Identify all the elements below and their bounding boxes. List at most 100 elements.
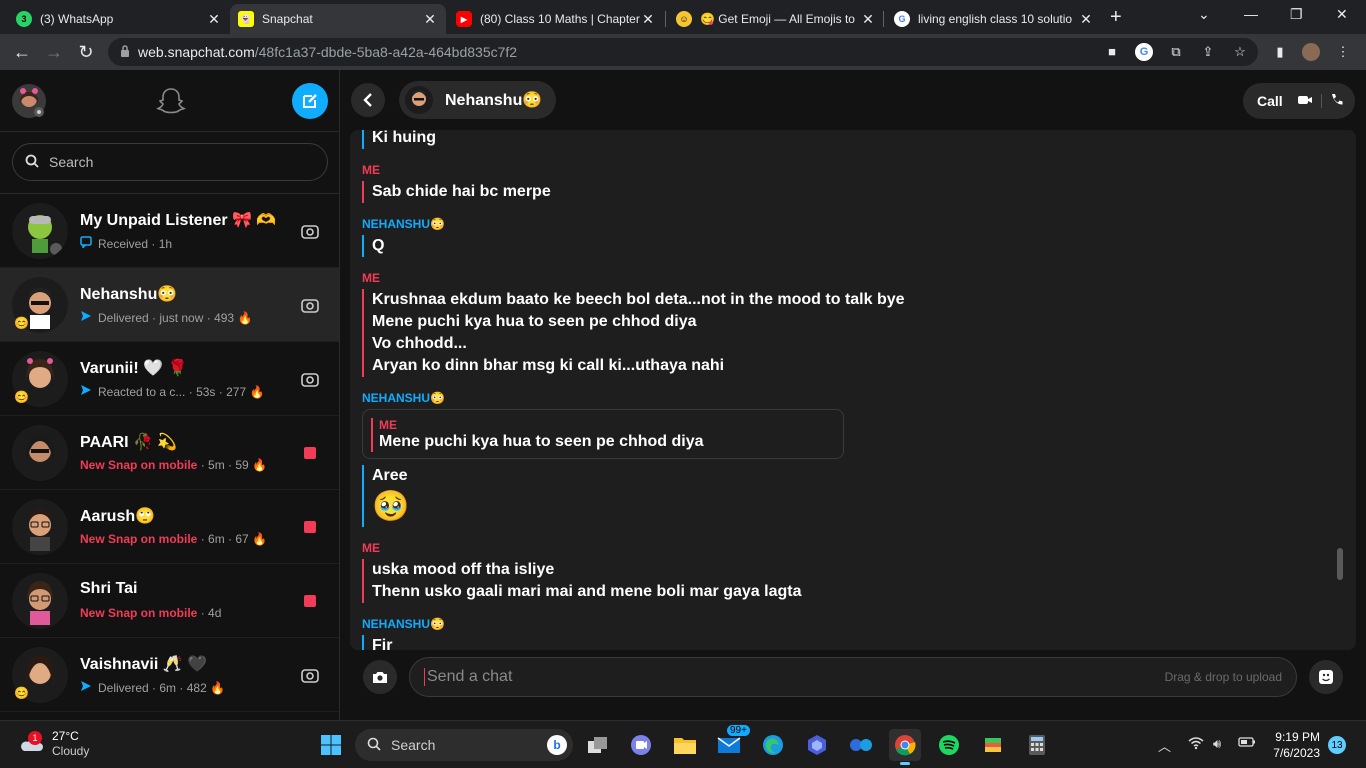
back-arrow-icon[interactable]: ← [10, 40, 34, 64]
edge-icon[interactable] [757, 729, 789, 761]
bookmark-star-icon[interactable]: ☆ [1231, 43, 1249, 61]
camera-in-use-icon[interactable]: ■ [1103, 43, 1121, 61]
new-snap-indicator[interactable] [300, 517, 320, 537]
chat-list-item[interactable]: 😊 Nehanshu😳 Delivered · just now · 493 🔥 [0, 268, 339, 342]
file-explorer-icon[interactable] [669, 729, 701, 761]
message-text[interactable]: uska mood off tha isliye [372, 559, 1332, 581]
chrome-icon[interactable] [889, 729, 921, 765]
mail-icon[interactable]: 99+ [713, 725, 750, 761]
taskbar-search[interactable]: Search b [355, 729, 573, 761]
message-text[interactable]: Vo chhodd... [372, 333, 1332, 355]
profile-avatar[interactable] [1302, 43, 1320, 61]
volume-icon[interactable]: 🔊︎ [1213, 736, 1221, 752]
bing-icon[interactable]: b [547, 735, 567, 755]
close-icon[interactable]: ✕ [206, 11, 222, 28]
battery-icon[interactable] [1238, 736, 1256, 751]
message-text[interactable]: Thenn usko gaali mari mai and mene boli … [372, 581, 1332, 603]
emoji-message[interactable]: 🥹 [372, 487, 1332, 527]
status-text: Received [98, 236, 149, 251]
camera-button[interactable] [363, 660, 397, 694]
chat-status: Delivered · 6m · 482 🔥 [80, 680, 225, 695]
close-window-icon[interactable]: ✕ [1336, 6, 1348, 23]
chat-input[interactable]: Send a chat Drag & drop to upload [409, 657, 1297, 697]
show-hidden-icons-chevron-icon[interactable]: ︿ [1158, 736, 1171, 755]
close-icon[interactable]: ✕ [422, 11, 438, 28]
quoted-reply[interactable]: ME Mene puchi kya hua to seen pe chhod d… [362, 409, 844, 459]
meet-icon[interactable] [845, 729, 877, 761]
message-text[interactable]: Aryan ko dinn bhar msg ki call ki...utha… [372, 355, 1332, 377]
calculator-icon[interactable] [1021, 729, 1053, 761]
forward-arrow-icon[interactable]: → [42, 40, 66, 64]
close-icon[interactable]: ✕ [640, 11, 656, 28]
message-text[interactable]: Mene puchi kya hua to seen pe chhod diya [372, 311, 1332, 333]
address-bar[interactable]: web.snapchat.com/48fc1a37-dbde-5ba8-a42a… [108, 38, 1258, 66]
chat-list-item[interactable]: Shri Tai New Snap on mobile · 4d [0, 564, 339, 638]
phone-icon[interactable] [1330, 93, 1343, 109]
chat-list-item[interactable]: 😊 Varunii! 🤍 🌹 Reacted to a c... · 53s ·… [0, 342, 339, 416]
video-call-icon[interactable] [1297, 93, 1313, 109]
task-view-icon[interactable] [582, 729, 614, 761]
wifi-icon[interactable] [1188, 736, 1204, 753]
chat-list-item[interactable]: PAARI 🥀 💫 New Snap on mobile · 5m · 59 🔥 [0, 416, 339, 490]
search-section: Search [0, 132, 339, 194]
scrollbar-thumb[interactable] [1337, 548, 1343, 580]
my-bitmoji-avatar[interactable] [12, 84, 46, 118]
message-text[interactable]: Sab chide hai bc merpe [372, 181, 1332, 203]
message-text[interactable]: Q [372, 235, 1332, 257]
system-clock[interactable]: 9:19 PM 7/6/2023 [1268, 729, 1320, 761]
new-chat-button[interactable] [292, 83, 328, 119]
side-panel-icon[interactable]: ▮ [1271, 43, 1289, 61]
snapchat-ghost-icon[interactable] [156, 86, 186, 116]
message-text[interactable]: Krushnaa ekdum baato ke beech bol deta..… [372, 289, 1332, 311]
new-tab-button[interactable]: + [1110, 6, 1122, 29]
camera-reply-icon[interactable] [300, 295, 320, 315]
camera-reply-icon[interactable] [300, 665, 320, 685]
active-app-indicator [900, 762, 910, 765]
sticker-button[interactable] [1309, 660, 1343, 694]
message-text[interactable]: Ki huing [372, 130, 1332, 149]
call-button[interactable]: Call [1243, 83, 1355, 119]
tab-youtube[interactable]: ▶ (80) Class 10 Maths | Chapter ✕ [448, 4, 664, 34]
bluestacks-icon[interactable] [977, 729, 1009, 761]
weather-widget[interactable]: 1 27°C Cloudy [18, 729, 89, 759]
google-lens-icon[interactable]: G [1135, 43, 1153, 61]
menu-kebab-icon[interactable]: ⋮ [1334, 43, 1352, 61]
google-icon: G [894, 11, 910, 27]
search-input[interactable]: Search [12, 143, 328, 181]
search-icon [367, 737, 381, 754]
tab-whatsapp[interactable]: 3 (3) WhatsApp ✕ [8, 4, 230, 34]
friend-profile-button[interactable]: Nehanshu😳 [399, 81, 557, 119]
status-time: 5m [208, 458, 225, 472]
tab-google-search[interactable]: G living english class 10 solutio ✕ [886, 4, 1102, 34]
message-text[interactable]: Aree [372, 465, 1332, 487]
copilot-icon[interactable] [801, 729, 833, 761]
start-button[interactable] [315, 729, 347, 761]
open-in-app-icon[interactable]: ⧉ [1167, 43, 1185, 61]
new-snap-indicator[interactable] [300, 443, 320, 463]
camera-icon [373, 672, 387, 683]
reload-icon[interactable]: ↻ [74, 40, 98, 64]
share-icon[interactable]: ⇪ [1199, 43, 1217, 61]
close-icon[interactable]: ✕ [860, 11, 876, 28]
camera-reply-icon[interactable] [300, 369, 320, 389]
url-host: web.snapchat.com [138, 44, 255, 60]
notification-count-badge[interactable]: 13 [1328, 736, 1346, 754]
tab-snapchat[interactable]: 👻 Snapchat ✕ [230, 4, 446, 34]
chat-list-item[interactable]: My Unpaid Listener 🎀 🫶 Received · 1h [0, 194, 339, 268]
back-button[interactable] [351, 83, 385, 117]
tab-search-icon[interactable]: ⌄ [1198, 6, 1210, 23]
chat-list-item[interactable]: Aarush🙄 New Snap on mobile · 6m · 67 🔥 [0, 490, 339, 564]
tab-get-emoji[interactable]: ☺ 😋 Get Emoji — All Emojis to ✕ [668, 4, 884, 34]
minimize-icon[interactable]: — [1244, 6, 1258, 22]
status-time: 1h [158, 236, 173, 251]
chat-list-item[interactable]: 😊 Vaishnavii 🥂 🖤 Delivered · 6m · 482 🔥 [0, 638, 339, 712]
close-icon[interactable]: ✕ [1078, 11, 1094, 28]
teams-chat-icon[interactable] [625, 729, 657, 761]
spotify-icon[interactable] [933, 729, 965, 761]
camera-reply-icon[interactable] [300, 221, 320, 241]
maximize-icon[interactable]: ❐ [1290, 6, 1303, 23]
status-text: Delivered [98, 680, 149, 695]
new-snap-indicator[interactable] [300, 591, 320, 611]
message-text[interactable]: Fir [372, 635, 1332, 650]
friend-avatar [405, 86, 433, 114]
